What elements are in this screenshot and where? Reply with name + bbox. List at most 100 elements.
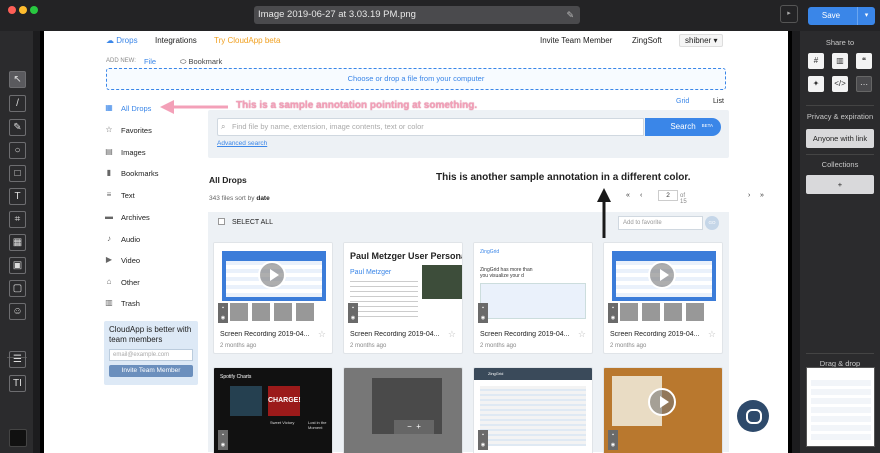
prev-page-icon[interactable]: ‹ [640,192,642,199]
go-button[interactable]: GO [705,216,719,230]
sidebar-item-bookmarks[interactable]: ▮ Bookmarks [104,168,204,182]
grid-view-toggle[interactable]: Grid [676,98,689,105]
sort-field[interactable]: date [256,195,269,202]
spotlight-icon[interactable]: ▣ [9,257,26,274]
drop-card[interactable]: ▪ ◉ [603,367,723,453]
user-menu[interactable]: shibner ▾ [679,34,724,47]
promo-email-input[interactable]: email@example.com [109,349,193,361]
card-view-icons[interactable]: ▪ ◉ [218,430,228,450]
sidebar-item-video[interactable]: ▶ Video [104,255,204,269]
next-page-icon[interactable]: › [748,192,750,199]
drop-card[interactable]: ▪ ◉ Screen Recording 2019-04... 2 months … [603,242,723,354]
expand-panel-button[interactable]: ▸ [780,5,798,23]
line-width-icon[interactable]: ☰ [9,351,26,368]
panel-divider [806,353,874,354]
add-bookmark-link[interactable]: ⬭ Bookmark [180,57,222,67]
nav-org[interactable]: ZingSoft [632,36,662,45]
highlighter-icon[interactable]: ✎ [9,119,26,136]
list-view-toggle[interactable]: List [713,98,724,105]
play-icon[interactable] [648,261,676,289]
edit-pencil-icon[interactable]: ✎ [566,6,574,24]
rectangle-icon[interactable]: □ [9,165,26,182]
minimize-window-button[interactable] [19,6,27,14]
font-size-icon[interactable]: TI [9,375,26,392]
drop-card[interactable]: ZingGrid ▪ ◉ [473,367,593,453]
drop-card[interactable]: ▪ ◉ Screen Recording 2019-04... 2 months … [213,242,333,354]
crop-icon[interactable]: ⌗ [9,211,26,228]
line-icon[interactable]: / [9,95,26,112]
card-view-icons[interactable]: ▪ ◉ [348,303,358,323]
filename-field[interactable]: Image 2019-06-27 at 3.03.19 PM.png ✎ [254,6,580,24]
annotated-image: ☁ Drops Integrations Try CloudApp beta I… [44,31,788,453]
favorite-star-icon[interactable]: ☆ [448,329,456,340]
text-icon[interactable]: T [9,188,26,205]
play-icon[interactable] [258,261,286,289]
nav-invite-team[interactable]: Invite Team Member [540,36,612,45]
sidebar-item-images[interactable]: ▤ Images [104,147,204,161]
privacy-select[interactable]: Anyone with link [806,129,874,148]
track-name: Lost in the Moment [308,420,327,430]
sidebar-item-other[interactable]: ⌂ Other [104,277,204,291]
drop-card[interactable]: − + [343,367,463,453]
card-view-icons[interactable]: ▪ ◉ [608,303,618,323]
sidebar-item-audio[interactable]: ♪ Audio [104,234,204,248]
drop-card[interactable]: Spotify Charts CHARGE! Sweet Victory Los… [213,367,333,453]
sidebar-item-archives[interactable]: ▬ Archives [104,212,204,226]
favorite-star-icon[interactable]: ☆ [708,329,716,340]
promo-invite-button[interactable]: Invite Team Member [109,365,193,377]
card-title[interactable]: Screen Recording 2019-04... [480,331,572,338]
card-view-icons[interactable]: ▪ ◉ [478,303,488,323]
favorite-star-icon[interactable]: ☆ [318,329,326,340]
card-title[interactable]: Screen Recording 2019-04... [350,331,442,338]
sidebar-item-favorites[interactable]: ☆ Favorites [104,125,204,139]
select-all-checkbox[interactable] [218,218,225,225]
save-dropdown-button[interactable]: ▾ [857,7,875,25]
select-arrow-icon[interactable]: ↖ [9,71,26,88]
embed-code-icon[interactable]: </> [832,76,848,92]
add-collection-button[interactable]: + [806,175,874,194]
save-button[interactable]: Save ▾ [808,7,875,25]
drops-logo[interactable]: ☁ Drops [106,36,138,45]
emoji-icon[interactable]: ☺ [9,303,26,320]
card-view-icons[interactable]: ▪ ◉ [478,430,488,450]
blur-icon[interactable]: ▦ [9,234,26,251]
close-window-button[interactable] [8,6,16,14]
drop-card[interactable]: Paul Metzger User Persona Paul Metzger ▪… [343,242,463,354]
card-title[interactable]: Screen Recording 2019-04... [610,331,702,338]
card-view-icons[interactable]: ▪ ◉ [218,303,228,323]
trello-icon[interactable]: ▥ [832,53,848,69]
nav-integrations[interactable]: Integrations [155,36,197,45]
drag-drop-thumbnail[interactable] [806,367,875,447]
frame-icon[interactable]: ▢ [9,280,26,297]
dark-annotation-text[interactable]: This is another sample annotation in a d… [436,172,690,183]
chat-bubble-icon[interactable] [737,400,769,432]
slack-icon[interactable]: # [808,53,824,69]
zoom-window-button[interactable] [30,6,38,14]
sidebar-item-text[interactable]: ≡ Text [104,190,204,204]
select-all[interactable]: SELECT ALL [218,218,273,226]
favorite-star-icon[interactable]: ☆ [578,329,586,340]
search-button[interactable]: Search BETA [645,118,721,136]
page-number-input[interactable]: 2 [658,190,678,201]
last-page-icon[interactable]: » [760,192,764,199]
advanced-search-link[interactable]: Advanced search [217,140,267,147]
play-icon[interactable] [648,388,676,416]
color-picker-swatch[interactable] [9,429,27,447]
hangouts-icon[interactable]: ❝ [856,53,872,69]
drop-card[interactable]: ZingGrid ZingGrid has more than you visu… [473,242,593,354]
nav-try-beta[interactable]: Try CloudApp beta [214,36,280,45]
file-dropzone[interactable]: Choose or drop a file from your computer [106,68,726,90]
first-page-icon[interactable]: « [626,192,630,199]
sidebar-item-all-drops[interactable]: ▦ All Drops [104,103,204,117]
card-view-icons[interactable]: ▪ ◉ [608,430,618,450]
add-file-link[interactable]: File [144,57,156,66]
circle-icon[interactable]: ○ [9,142,26,159]
card-title[interactable]: Screen Recording 2019-04... [220,331,312,338]
search-input[interactable]: ⌕ Find file by name, extension, image co… [217,118,644,136]
sidebar-item-trash[interactable]: ▥ Trash [104,298,204,312]
add-to-favorite-input[interactable]: Add to favorite [618,216,703,230]
more-share-icon[interactable]: ⋯ [856,76,872,92]
pink-annotation-text[interactable]: This is a sample annotation pointing at … [236,100,477,111]
persona-heading: Paul Metzger User Persona [350,251,462,261]
twitter-icon[interactable]: ✦ [808,76,824,92]
